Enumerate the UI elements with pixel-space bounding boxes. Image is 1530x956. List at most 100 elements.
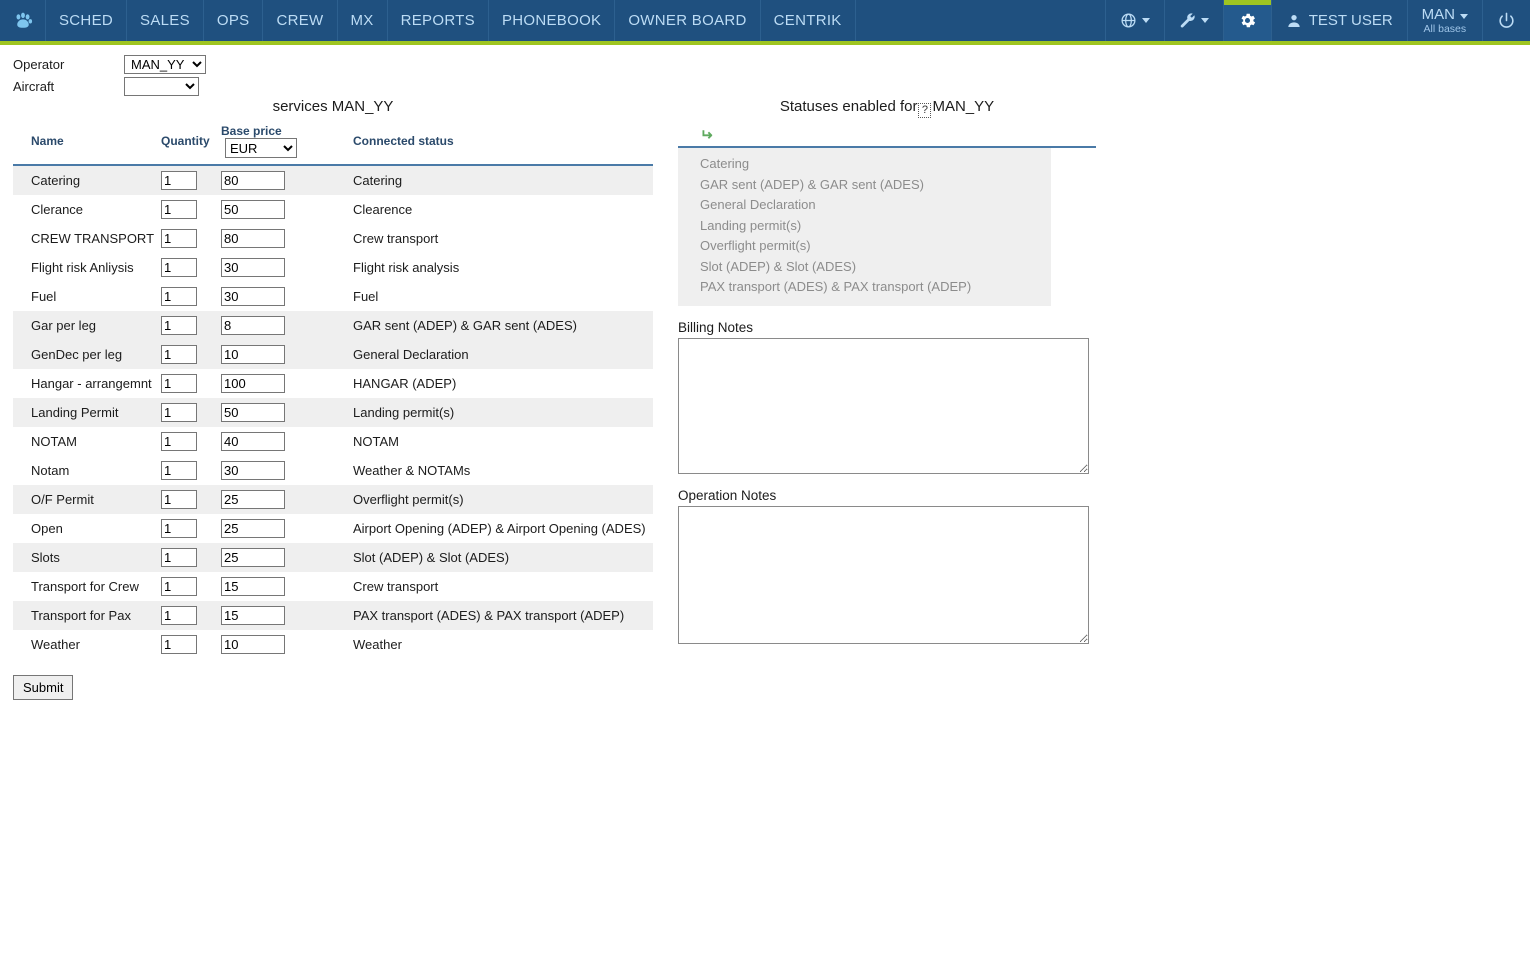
service-name-cell: Clerance	[13, 195, 161, 224]
base-price-input[interactable]	[221, 171, 285, 190]
nav-label: OWNER BOARD	[628, 12, 746, 29]
service-connected-status-cell: Weather & NOTAMs	[353, 456, 653, 485]
chevron-down-icon	[1201, 18, 1209, 23]
quantity-input[interactable]	[161, 490, 197, 509]
aircraft-select[interactable]	[124, 77, 199, 96]
quantity-input[interactable]	[161, 461, 197, 480]
base-price-input[interactable]	[221, 403, 285, 422]
quantity-input[interactable]	[161, 200, 197, 219]
status-list-item[interactable]: GAR sent (ADEP) & GAR sent (ADES)	[678, 175, 1051, 196]
base-price-input[interactable]	[221, 519, 285, 538]
base-price-input[interactable]	[221, 200, 285, 219]
base-price-input[interactable]	[221, 316, 285, 335]
status-list-item[interactable]: General Declaration	[678, 195, 1051, 216]
service-quantity-cell	[161, 165, 221, 195]
navbar-utility-menu: TEST USER MAN All bases	[1105, 0, 1530, 41]
service-price-cell	[221, 253, 353, 282]
base-price-input[interactable]	[221, 635, 285, 654]
quantity-input[interactable]	[161, 287, 197, 306]
quantity-input[interactable]	[161, 577, 197, 596]
base-price-input[interactable]	[221, 287, 285, 306]
quantity-input[interactable]	[161, 345, 197, 364]
nav-label: OPS	[217, 12, 250, 29]
base-price-input[interactable]	[221, 345, 285, 364]
service-name-cell: NOTAM	[13, 427, 161, 456]
quantity-input[interactable]	[161, 171, 197, 190]
billing-notes-textarea[interactable]	[678, 338, 1089, 474]
paw-logo-icon[interactable]	[0, 0, 46, 41]
base-selector[interactable]: MAN All bases	[1407, 0, 1482, 41]
user-name-label: TEST USER	[1309, 12, 1393, 29]
table-row: Transport for CrewCrew transport	[13, 572, 653, 601]
nav-item-sched[interactable]: SCHED	[46, 0, 127, 41]
quantity-input[interactable]	[161, 519, 197, 538]
nav-item-phonebook[interactable]: PHONEBOOK	[489, 0, 615, 41]
operation-notes-label: Operation Notes	[678, 488, 1096, 506]
service-quantity-cell	[161, 398, 221, 427]
status-list-item[interactable]: Landing permit(s)	[678, 216, 1051, 237]
operation-notes-textarea[interactable]	[678, 506, 1089, 644]
services-table-body: CateringCateringCleranceClearenceCREW TR…	[13, 165, 653, 659]
base-price-input[interactable]	[221, 490, 285, 509]
tools-menu[interactable]	[1164, 0, 1223, 41]
base-price-input[interactable]	[221, 374, 285, 393]
services-panel: services MAN_YY Name Quantity Base price…	[13, 98, 653, 700]
base-price-input[interactable]	[221, 258, 285, 277]
status-list-item[interactable]: Overflight permit(s)	[678, 236, 1051, 257]
quantity-input[interactable]	[161, 229, 197, 248]
service-quantity-cell	[161, 543, 221, 572]
base-label: MAN	[1422, 6, 1455, 23]
base-price-input[interactable]	[221, 229, 285, 248]
nav-item-crew[interactable]: CREW	[263, 0, 337, 41]
status-list-item[interactable]: Catering	[678, 154, 1051, 175]
table-row: OpenAirport Opening (ADEP) & Airport Ope…	[13, 514, 653, 543]
nav-item-mx[interactable]: MX	[338, 0, 388, 41]
quantity-input[interactable]	[161, 432, 197, 451]
user-menu[interactable]: TEST USER	[1271, 0, 1407, 41]
base-price-input[interactable]	[221, 577, 285, 596]
submit-button[interactable]: Submit	[13, 675, 73, 700]
quantity-input[interactable]	[161, 374, 197, 393]
table-row: Gar per legGAR sent (ADEP) & GAR sent (A…	[13, 311, 653, 340]
table-row: CateringCatering	[13, 165, 653, 195]
base-price-input[interactable]	[221, 548, 285, 567]
table-row: Transport for PaxPAX transport (ADES) & …	[13, 601, 653, 630]
quantity-input[interactable]	[161, 606, 197, 625]
service-quantity-cell	[161, 514, 221, 543]
service-connected-status-cell: GAR sent (ADEP) & GAR sent (ADES)	[353, 311, 653, 340]
services-table: Name Quantity Base priceEUR Connected st…	[13, 120, 653, 659]
table-row: NOTAMNOTAM	[13, 427, 653, 456]
status-list-item[interactable]: PAX transport (ADES) & PAX transport (AD…	[678, 277, 1051, 298]
quantity-input[interactable]	[161, 403, 197, 422]
service-name-cell: Notam	[13, 456, 161, 485]
status-list-item[interactable]: Slot (ADEP) & Slot (ADES)	[678, 257, 1051, 278]
top-navbar: SCHED SALES OPS CREW MX REPORTS PHONEBOO…	[0, 0, 1530, 45]
language-menu[interactable]	[1105, 0, 1164, 41]
quantity-input[interactable]	[161, 258, 197, 277]
enter-arrow-icon[interactable]: ↵	[700, 128, 713, 143]
base-price-input[interactable]	[221, 606, 285, 625]
service-price-cell	[221, 398, 353, 427]
globe-icon	[1120, 12, 1137, 29]
service-name-cell: O/F Permit	[13, 485, 161, 514]
base-price-input[interactable]	[221, 461, 285, 480]
nav-label: REPORTS	[401, 12, 475, 29]
nav-item-sales[interactable]: SALES	[127, 0, 204, 41]
service-connected-status-cell: Airport Opening (ADEP) & Airport Opening…	[353, 514, 653, 543]
operation-notes-block: Operation Notes	[678, 488, 1096, 644]
nav-label: CREW	[276, 12, 323, 29]
quantity-input[interactable]	[161, 316, 197, 335]
settings-tab[interactable]	[1223, 0, 1271, 41]
service-quantity-cell	[161, 572, 221, 601]
currency-select[interactable]: EUR	[225, 138, 297, 158]
quantity-input[interactable]	[161, 635, 197, 654]
quantity-input[interactable]	[161, 548, 197, 567]
nav-item-reports[interactable]: REPORTS	[388, 0, 489, 41]
nav-item-centrik[interactable]: CENTRIK	[761, 0, 856, 41]
operator-select[interactable]: MAN_YY	[124, 55, 206, 74]
nav-item-ops[interactable]: OPS	[204, 0, 264, 41]
submit-area: Submit	[13, 659, 653, 700]
base-price-input[interactable]	[221, 432, 285, 451]
nav-item-owner-board[interactable]: OWNER BOARD	[615, 0, 760, 41]
logout-button[interactable]	[1482, 0, 1530, 41]
